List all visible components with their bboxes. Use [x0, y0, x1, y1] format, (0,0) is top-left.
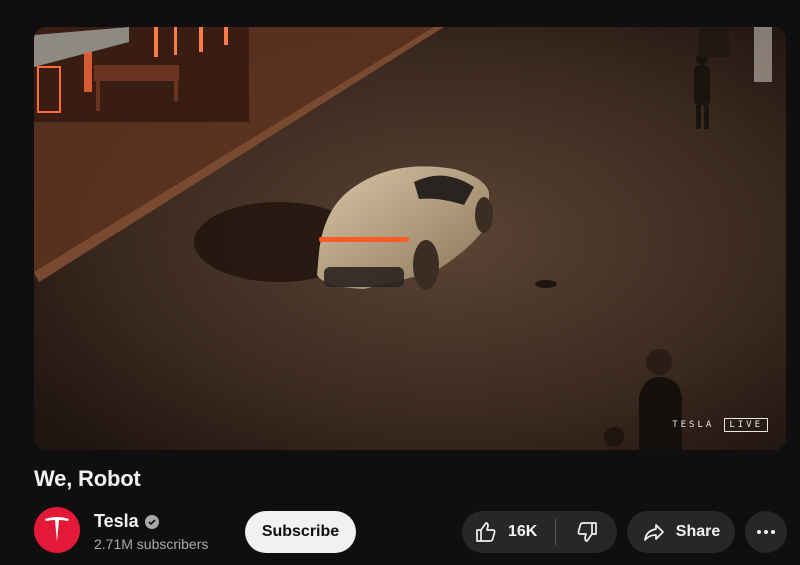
more-horizontal-icon: [757, 530, 775, 534]
video-title: We, Robot: [34, 466, 141, 491]
thumbs-down-icon: [577, 522, 597, 542]
channel-name[interactable]: Tesla: [94, 511, 139, 532]
live-label: LIVE: [724, 418, 768, 432]
live-brand-text: TESLA: [672, 420, 715, 430]
subscribe-button[interactable]: Subscribe: [245, 511, 356, 553]
like-dislike-group: 16K: [462, 511, 617, 553]
like-count: 16K: [508, 523, 538, 540]
video-frame: [34, 27, 786, 450]
share-button[interactable]: Share: [627, 511, 735, 553]
live-watermark: TESLA LIVE: [672, 418, 768, 432]
tesla-logo-icon: [45, 517, 69, 542]
more-actions-button[interactable]: [745, 511, 787, 553]
share-arrow-icon: [643, 524, 664, 541]
share-label: Share: [675, 523, 721, 540]
dislike-button[interactable]: [556, 511, 617, 553]
channel-name-row: Tesla: [94, 511, 159, 532]
like-button[interactable]: 16K: [462, 511, 555, 553]
verified-check-icon: [144, 514, 159, 529]
video-player[interactable]: TESLA LIVE: [34, 27, 786, 450]
channel-avatar[interactable]: [34, 507, 80, 553]
subscriber-count: 2.71M subscribers: [94, 536, 209, 552]
thumbs-up-icon: [476, 522, 496, 542]
